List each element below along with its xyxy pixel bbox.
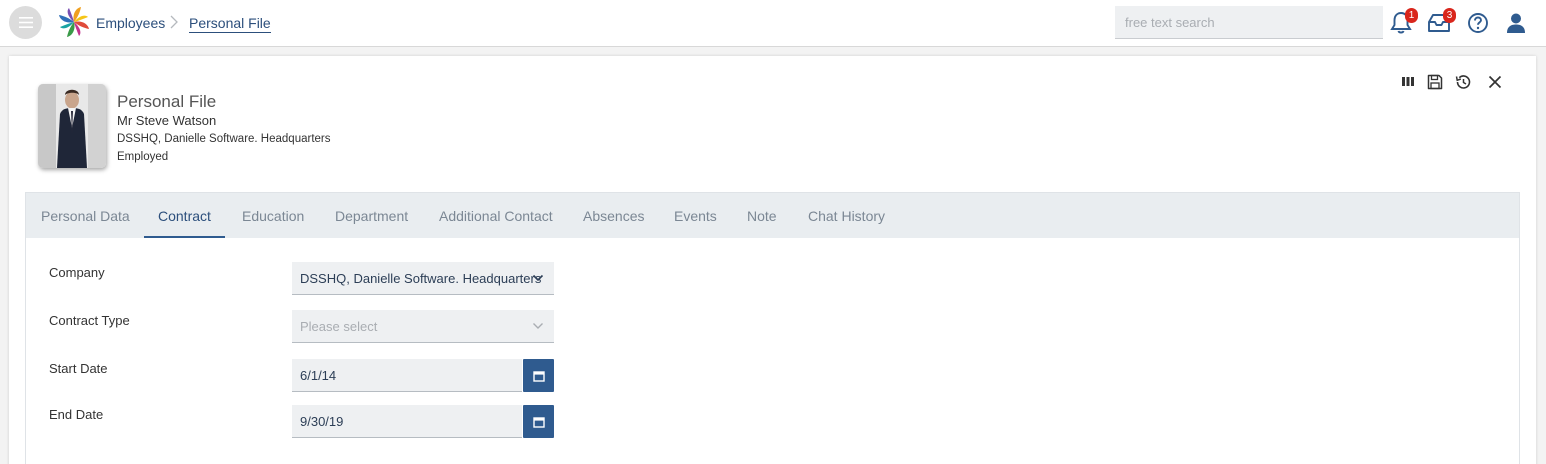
tab-additional-contact[interactable]: Additional Contact (439, 193, 553, 239)
tab-personal-data[interactable]: Personal Data (41, 193, 130, 239)
tab-contract[interactable]: Contract (158, 193, 211, 239)
end-date-input[interactable]: 9/30/19 (292, 405, 522, 438)
close-button[interactable] (1486, 73, 1504, 91)
user-icon (1507, 13, 1525, 33)
chevron-right-icon (170, 15, 178, 29)
breadcrumb-personal-file[interactable]: Personal File (189, 15, 271, 33)
company-select-value: DSSHQ, Danielle Software. Headquarters (300, 271, 542, 286)
messages-badge: 3 (1443, 8, 1456, 23)
calendar-icon (532, 416, 545, 428)
columns-button[interactable] (1399, 73, 1417, 91)
contract-type-select[interactable]: Please select (292, 310, 554, 343)
end-date-label: End Date (49, 407, 104, 422)
tab-note[interactable]: Note (747, 193, 777, 239)
start-date-calendar-button[interactable] (523, 359, 554, 392)
save-button[interactable] (1426, 73, 1444, 91)
notifications-badge: 1 (1405, 8, 1418, 23)
pinwheel-logo[interactable] (57, 5, 91, 39)
calendar-icon (532, 370, 545, 382)
tab-department[interactable]: Department (335, 193, 408, 239)
end-date-value: 9/30/19 (300, 414, 344, 429)
notifications-button[interactable]: 1 (1388, 8, 1418, 36)
start-date-label: Start Date (49, 361, 108, 376)
employee-photo (38, 84, 106, 168)
contract-type-placeholder: Please select (300, 319, 378, 334)
tab-education[interactable]: Education (242, 193, 304, 239)
company-select[interactable]: DSSHQ, Danielle Software. Headquarters (292, 262, 554, 295)
chevron-down-icon (532, 274, 544, 282)
menu-button[interactable] (9, 6, 42, 39)
page-title: Personal File (117, 92, 217, 111)
hamburger-icon (18, 17, 33, 28)
employee-name: Mr Steve Watson (117, 113, 217, 128)
employee-company: DSSHQ, Danielle Software. Headquarters (117, 133, 331, 145)
history-icon (1455, 75, 1471, 89)
tab-absences[interactable]: Absences (583, 193, 644, 239)
close-icon (1488, 75, 1502, 89)
company-label: Company (49, 265, 105, 280)
columns-icon (1402, 77, 1414, 86)
tab-events[interactable]: Events (674, 193, 717, 239)
start-date-input[interactable]: 6/1/14 (292, 359, 522, 392)
contract-panel (25, 238, 1520, 464)
top-bar: Employees Personal File 1 3 (0, 0, 1546, 47)
history-button[interactable] (1454, 73, 1472, 91)
search-input[interactable] (1115, 6, 1383, 39)
end-date-calendar-button[interactable] (523, 405, 554, 438)
contract-type-label: Contract Type (49, 313, 130, 328)
employment-status: Employed (117, 151, 169, 163)
breadcrumb-employees[interactable]: Employees (96, 15, 165, 31)
messages-button[interactable]: 3 (1426, 8, 1456, 36)
start-date-value: 6/1/14 (300, 368, 337, 383)
user-menu-button[interactable] (1503, 10, 1529, 36)
tab-bar: Personal Data Contract Education Departm… (25, 192, 1520, 239)
help-icon (1468, 13, 1488, 33)
chevron-down-icon (533, 323, 543, 329)
help-button[interactable] (1465, 10, 1491, 36)
personal-file-card: Personal File Mr Steve Watson DSSHQ, Dan… (9, 56, 1536, 464)
save-icon (1427, 74, 1443, 90)
tab-chat-history[interactable]: Chat History (808, 193, 885, 239)
